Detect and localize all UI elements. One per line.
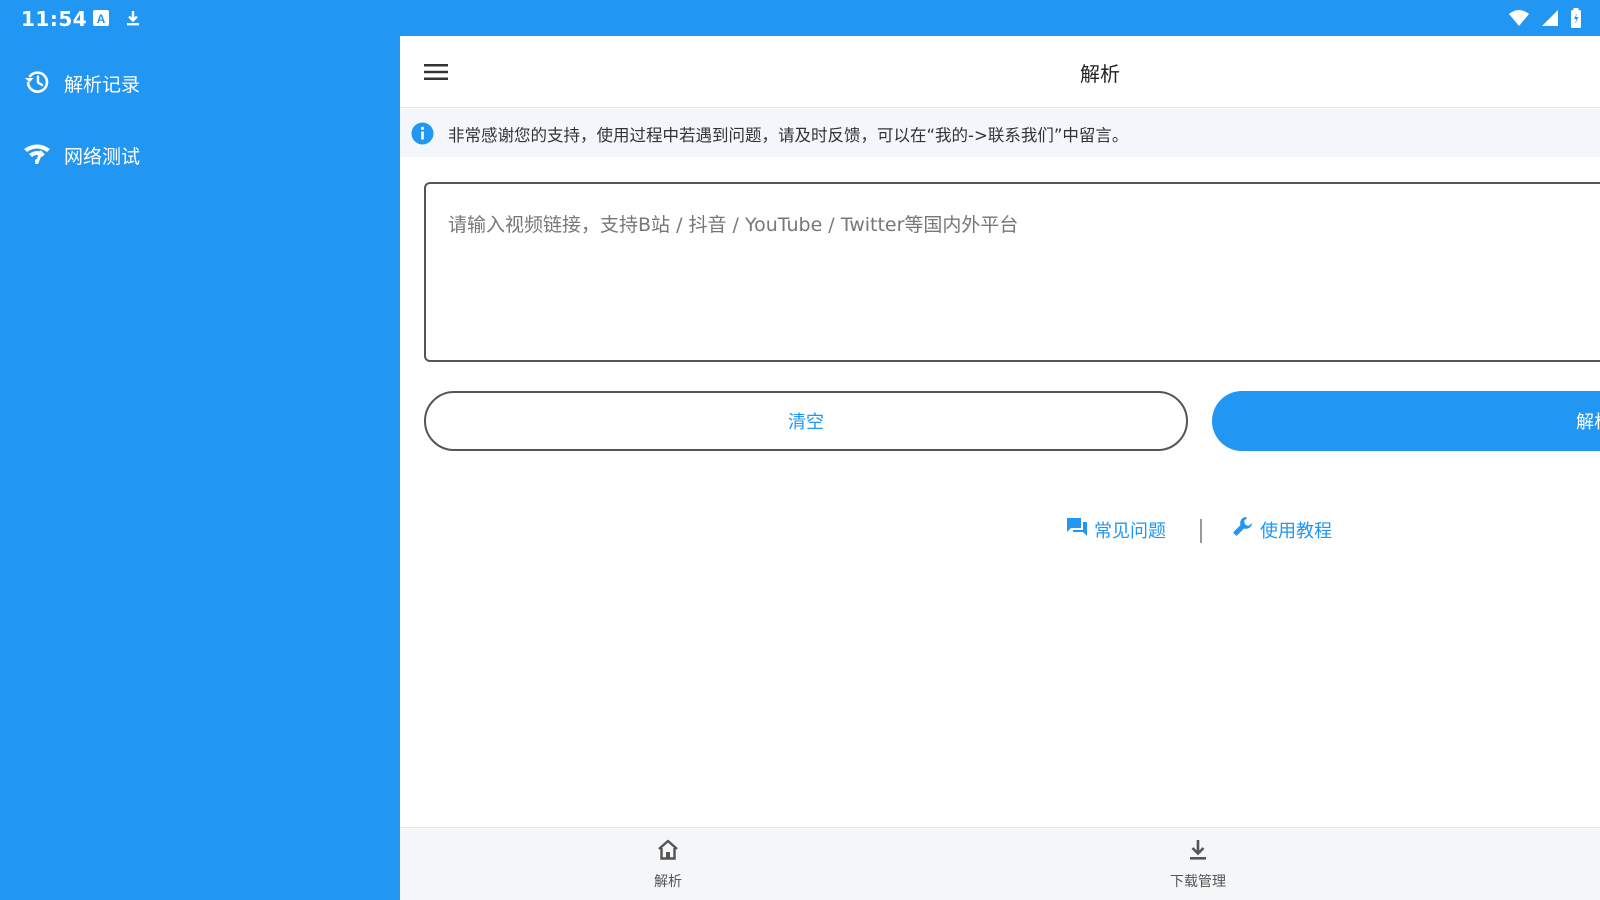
- page-title: 解析: [1080, 62, 1120, 86]
- download-notification-icon: [124, 9, 142, 27]
- help-divider: [1200, 519, 1202, 543]
- main-content: 解析 非常感谢您的支持，使用过程中若遇到问题，请及时反馈，可以在“我的->联系我…: [400, 36, 1600, 900]
- a-badge-icon: A: [92, 9, 110, 27]
- battery-charging-icon: [1570, 8, 1582, 32]
- home-icon: [656, 838, 680, 862]
- status-right-icons: [1508, 8, 1582, 32]
- download-icon: [1186, 838, 1210, 862]
- info-icon: [411, 122, 434, 145]
- clear-button[interactable]: 清空: [424, 391, 1188, 451]
- drawer-item-label: 网络测试: [64, 146, 141, 168]
- status-bar: 11:54 A: [0, 0, 1600, 36]
- drawer-item-history[interactable]: 解析记录: [0, 56, 400, 108]
- navigation-drawer: 解析记录 网络测试: [0, 36, 400, 900]
- tutorial-link[interactable]: 使用教程: [1232, 516, 1332, 543]
- nav-item-download-manager[interactable]: 下载管理: [1138, 828, 1258, 900]
- status-time: 11:54: [21, 7, 88, 31]
- nav-item-label: 解析: [654, 874, 682, 890]
- tutorial-label: 使用教程: [1260, 520, 1332, 542]
- nav-item-label: 下载管理: [1170, 874, 1226, 890]
- drawer-item-network-test[interactable]: 网络测试: [0, 128, 400, 180]
- nav-item-parse[interactable]: 解析: [608, 828, 728, 900]
- cell-signal-icon: [1540, 9, 1560, 31]
- bottom-navigation: 解析 下载管理: [400, 827, 1600, 900]
- app-toolbar: 解析: [400, 36, 1600, 108]
- network-test-icon: [23, 140, 51, 168]
- video-url-input[interactable]: [424, 182, 1600, 362]
- notice-text: 非常感谢您的支持，使用过程中若遇到问题，请及时反馈，可以在“我的->联系我们”中…: [448, 126, 1129, 145]
- parse-button[interactable]: 解析: [1212, 391, 1600, 451]
- chat-icon: [1066, 516, 1088, 543]
- wrench-icon: [1232, 516, 1254, 543]
- help-links: 常见问题 使用教程: [400, 516, 1600, 546]
- faq-link[interactable]: 常见问题: [1066, 516, 1166, 543]
- drawer-item-label: 解析记录: [64, 74, 141, 96]
- menu-icon[interactable]: [420, 56, 452, 88]
- svg-text:A: A: [97, 12, 106, 26]
- wifi-icon: [1508, 9, 1530, 31]
- history-icon: [23, 68, 51, 96]
- faq-label: 常见问题: [1094, 520, 1166, 542]
- screen: 11:54 A 解析记录 网络测试 解析 非常感谢您的支持，使用过程中若遇到问题…: [0, 0, 1600, 900]
- notice-banner: 非常感谢您的支持，使用过程中若遇到问题，请及时反馈，可以在“我的->联系我们”中…: [400, 109, 1600, 157]
